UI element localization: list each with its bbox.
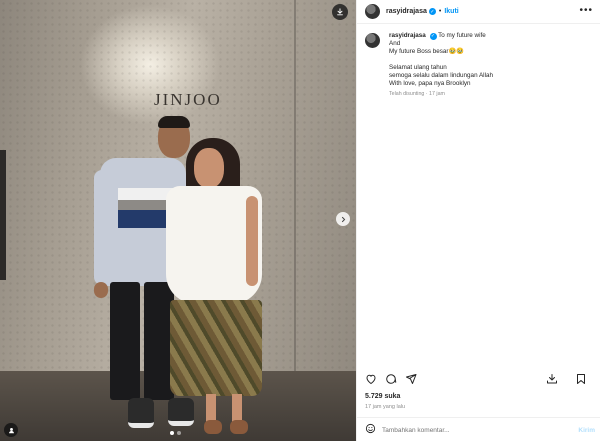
caption-meta: Telah disunting · 17 jam (389, 91, 445, 97)
share-icon[interactable] (405, 373, 417, 387)
download-icon[interactable] (546, 373, 558, 387)
divider (357, 417, 600, 418)
follow-button[interactable]: Ikuti (444, 8, 458, 15)
woman-shoe (204, 420, 222, 434)
comment-input[interactable] (382, 426, 562, 434)
like-count[interactable]: 5.729 suka (365, 393, 400, 400)
avatar[interactable] (365, 33, 380, 48)
post-timestamp: 17 jam yang lalu (365, 404, 406, 410)
man-hand (94, 282, 108, 298)
post-caption: rasyidrajasa ✓ To my future wife And My … (365, 32, 593, 98)
man-shoe (168, 398, 194, 426)
caption-line: My future Boss besar🥹🥹 (389, 48, 465, 55)
man-hair (158, 116, 190, 128)
caption-line: To my future wife (438, 32, 486, 39)
user-tag-icon[interactable] (4, 423, 18, 437)
man-pants (110, 282, 140, 400)
door-frame (0, 150, 6, 280)
caption-line: Selamat ulang tahun (389, 64, 447, 71)
more-options-icon[interactable]: ••• (579, 5, 593, 16)
separator-dot: • (438, 8, 442, 15)
woman-arm (246, 196, 258, 286)
emoji-icon[interactable] (365, 423, 376, 437)
caption-line: semoga selalu dalam lindungan Allah (389, 72, 493, 79)
woman-face (194, 148, 224, 188)
caption-line: And (389, 40, 401, 47)
heart-icon[interactable] (365, 373, 377, 387)
carousel-dot-active (170, 431, 174, 435)
verified-badge-icon: ✓ (429, 32, 437, 40)
chevron-right-icon[interactable] (336, 212, 350, 226)
woman-skirt (170, 300, 262, 396)
carousel-dots (170, 431, 181, 435)
post-comment-button[interactable]: Kirim (578, 427, 595, 434)
caption-body: rasyidrajasa ✓ To my future wife And My … (389, 32, 493, 98)
avatar[interactable] (365, 4, 380, 19)
verified-badge-icon: ✓ (428, 8, 436, 15)
action-right-group (546, 373, 595, 387)
download-icon[interactable] (332, 4, 348, 20)
header-username[interactable]: rasyidrajasa (386, 8, 427, 15)
man-shoe (128, 398, 154, 428)
action-bar (365, 372, 595, 388)
post-photo[interactable]: JINJOO (0, 0, 356, 441)
comment-icon[interactable] (385, 373, 397, 387)
post-header: rasyidrajasa ✓ • Ikuti ••• (357, 0, 600, 24)
caption-username[interactable]: rasyidrajasa (389, 32, 426, 39)
brand-sign: JINJOO (154, 90, 222, 109)
caption-line: With love, papa nya Brooklyn (389, 80, 471, 87)
woman-shoe (230, 420, 248, 434)
comment-row: Kirim (365, 422, 595, 438)
post-detail-panel: rasyidrajasa ✓ • Ikuti ••• rasyidrajasa … (356, 0, 600, 441)
carousel-dot (177, 431, 181, 435)
bookmark-icon[interactable] (575, 373, 587, 387)
